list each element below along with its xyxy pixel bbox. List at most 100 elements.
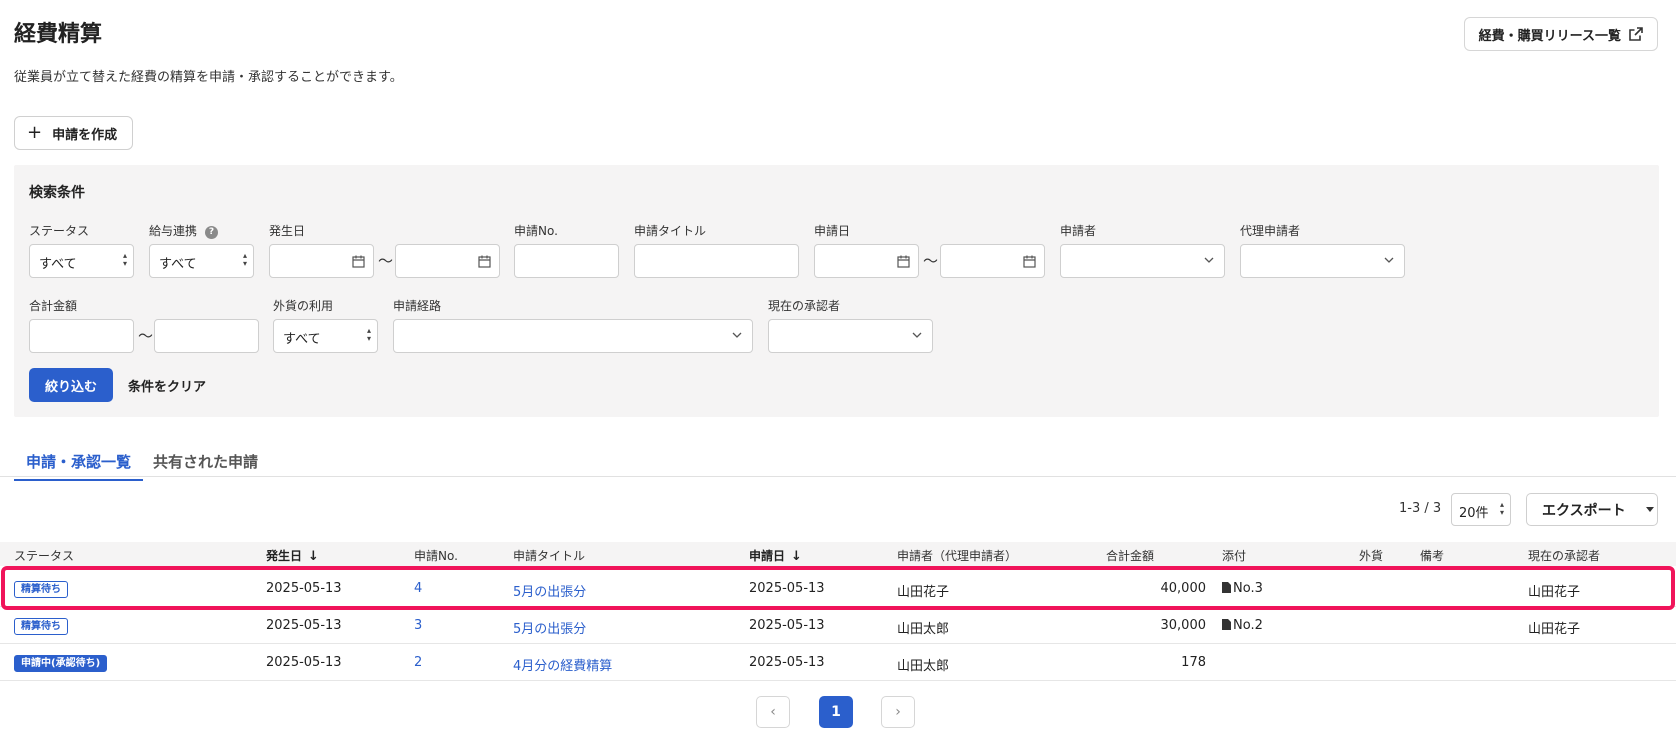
tilde-separator: 〜 bbox=[378, 252, 394, 270]
application-no-link[interactable]: 2 bbox=[414, 655, 422, 670]
table-row[interactable]: 精算待ち 2025-05-13 3 5月の出張分 2025-05-13 山田太郎… bbox=[0, 607, 1676, 644]
calendar-icon bbox=[478, 255, 491, 268]
attachment-cell[interactable]: No.2 bbox=[1222, 618, 1263, 633]
updown-arrows-icon: ▴ ▾ bbox=[242, 251, 247, 268]
chevron-down-icon bbox=[732, 332, 742, 338]
th-occurrence-date-label: 発生日 bbox=[266, 549, 303, 563]
attachment-cell[interactable]: No.3 bbox=[1222, 581, 1263, 596]
th-status: ステータス bbox=[14, 549, 75, 563]
attachment-label: No.2 bbox=[1233, 618, 1263, 633]
current-approver-label: 現在の承認者 bbox=[768, 299, 841, 313]
search-panel: 検索条件 ステータス 給与連携? 発生日 申請No. 申請タイトル 申請日 申請… bbox=[14, 165, 1659, 417]
th-occurrence-date[interactable]: 発生日 ↓ bbox=[266, 547, 319, 564]
approval-route-label: 申請経路 bbox=[393, 299, 442, 313]
th-application-title: 申請タイトル bbox=[513, 549, 586, 563]
status-badge: 申請中(承認待ち) bbox=[14, 655, 108, 672]
amount-cell: 30,000 bbox=[1160, 618, 1207, 633]
application-date-from[interactable] bbox=[814, 244, 919, 278]
application-no-input[interactable] bbox=[514, 244, 619, 278]
application-no-link[interactable]: 4 bbox=[414, 581, 422, 596]
application-title-link[interactable]: 4月分の経費精算 bbox=[513, 655, 612, 674]
document-icon bbox=[1222, 619, 1231, 630]
payroll-label: 給与連携 bbox=[149, 224, 198, 238]
th-application-date[interactable]: 申請日 ↓ bbox=[749, 547, 802, 564]
application-title-link[interactable]: 5月の出張分 bbox=[513, 581, 586, 600]
applicant-cell: 山田太郎 bbox=[897, 622, 950, 637]
application-date-to[interactable] bbox=[940, 244, 1045, 278]
foreign-currency-label: 外貨の利用 bbox=[273, 299, 334, 313]
status-select-value: すべて bbox=[39, 257, 77, 272]
application-title-input[interactable] bbox=[634, 244, 799, 278]
applicant-label: 申請者 bbox=[1060, 224, 1097, 238]
occurrence-date-label: 発生日 bbox=[269, 224, 306, 238]
application-no-link[interactable]: 3 bbox=[414, 618, 422, 633]
approval-route-select[interactable] bbox=[393, 319, 753, 353]
tilde-separator: 〜 bbox=[923, 252, 939, 270]
applicant-select[interactable] bbox=[1060, 244, 1225, 278]
th-application-no: 申請No. bbox=[414, 549, 458, 563]
proxy-applicant-select[interactable] bbox=[1240, 244, 1405, 278]
release-list-button[interactable]: 経費・購買リリース一覧 bbox=[1463, 17, 1658, 51]
th-attachment: 添付 bbox=[1222, 549, 1247, 563]
clear-conditions-button[interactable]: 条件をクリア bbox=[128, 376, 206, 395]
tab-shared[interactable]: 共有された申請 bbox=[141, 451, 270, 479]
application-title-link[interactable]: 5月の出張分 bbox=[513, 618, 586, 637]
document-icon bbox=[1222, 582, 1231, 593]
applicant-cell: 山田花子 bbox=[897, 585, 950, 600]
payroll-select[interactable]: すべて ▴ ▾ bbox=[149, 244, 254, 278]
table-row[interactable]: 精算待ち 2025-05-13 4 5月の出張分 2025-05-13 山田花子… bbox=[0, 570, 1676, 607]
amount-cell: 40,000 bbox=[1160, 581, 1207, 596]
filter-button[interactable]: 絞り込む bbox=[29, 368, 113, 402]
chevron-down-icon bbox=[912, 332, 922, 338]
next-page-button[interactable]: › bbox=[881, 696, 915, 728]
occurrence-date-to[interactable] bbox=[395, 244, 500, 278]
page-1-button[interactable]: 1 bbox=[819, 696, 853, 728]
help-icon[interactable]: ? bbox=[205, 226, 219, 239]
create-application-label: 申請を作成 bbox=[52, 127, 118, 143]
calendar-icon bbox=[1023, 255, 1036, 268]
status-badge: 精算待ち bbox=[14, 618, 68, 635]
foreign-currency-select[interactable]: すべて ▴ ▾ bbox=[273, 319, 378, 353]
release-list-label: 経費・購買リリース一覧 bbox=[1478, 28, 1621, 44]
application-date-label: 申請日 bbox=[814, 224, 851, 238]
occurrence-date-cell: 2025-05-13 bbox=[266, 655, 342, 670]
total-amount-from[interactable] bbox=[29, 319, 134, 353]
proxy-applicant-label: 代理申請者 bbox=[1240, 224, 1301, 238]
applicant-cell: 山田太郎 bbox=[897, 659, 950, 674]
export-button[interactable]: エクスポート bbox=[1526, 493, 1658, 526]
application-date-cell: 2025-05-13 bbox=[749, 581, 825, 596]
plus-icon: + bbox=[27, 122, 43, 143]
table-row[interactable]: 申請中(承認待ち) 2025-05-13 2 4月分の経費精算 2025-05-… bbox=[0, 644, 1676, 681]
status-label: ステータス bbox=[29, 224, 90, 238]
create-application-button[interactable]: + 申請を作成 bbox=[14, 116, 133, 150]
application-date-cell: 2025-05-13 bbox=[749, 655, 825, 670]
th-applicant: 申請者（代理申請者） bbox=[897, 549, 1018, 563]
per-page-select[interactable]: 20件 ▴ ▾ bbox=[1451, 493, 1511, 526]
caret-down-icon bbox=[1645, 507, 1654, 512]
occurrence-date-from[interactable] bbox=[269, 244, 374, 278]
attachment-label: No.3 bbox=[1233, 581, 1263, 596]
application-title-label: 申請タイトル bbox=[634, 224, 707, 238]
prev-page-button[interactable]: ‹ bbox=[756, 696, 790, 728]
table-header: ステータス 発生日 ↓ 申請No. 申請タイトル 申請日 ↓ 申請者（代理申請者） … bbox=[0, 542, 1676, 566]
total-amount-to[interactable] bbox=[154, 319, 259, 353]
status-select[interactable]: すべて ▴ ▾ bbox=[29, 244, 134, 278]
sort-arrow-icon: ↓ bbox=[791, 549, 802, 564]
occurrence-date-cell: 2025-05-13 bbox=[266, 581, 342, 596]
th-application-date-label: 申請日 bbox=[749, 549, 786, 563]
page-description: 従業員が立て替えた経費の精算を申請・承認することができます。 bbox=[14, 70, 403, 85]
application-no-label: 申請No. bbox=[514, 224, 558, 238]
occurrence-date-cell: 2025-05-13 bbox=[266, 618, 342, 633]
tab-applications[interactable]: 申請・承認一覧 bbox=[14, 451, 144, 481]
total-amount-label: 合計金額 bbox=[29, 299, 78, 313]
current-approver-select[interactable] bbox=[768, 319, 933, 353]
per-page-value: 20件 bbox=[1459, 506, 1489, 521]
approver-cell: 山田花子 bbox=[1528, 585, 1581, 600]
updown-arrows-icon: ▴ ▾ bbox=[366, 326, 371, 343]
calendar-icon bbox=[897, 255, 910, 268]
amount-cell: 178 bbox=[1181, 655, 1206, 670]
updown-arrows-icon: ▴ ▾ bbox=[1499, 500, 1504, 517]
calendar-icon bbox=[352, 255, 365, 268]
updown-arrows-icon: ▴ ▾ bbox=[122, 251, 127, 268]
page-title: 経費精算 bbox=[14, 22, 103, 47]
